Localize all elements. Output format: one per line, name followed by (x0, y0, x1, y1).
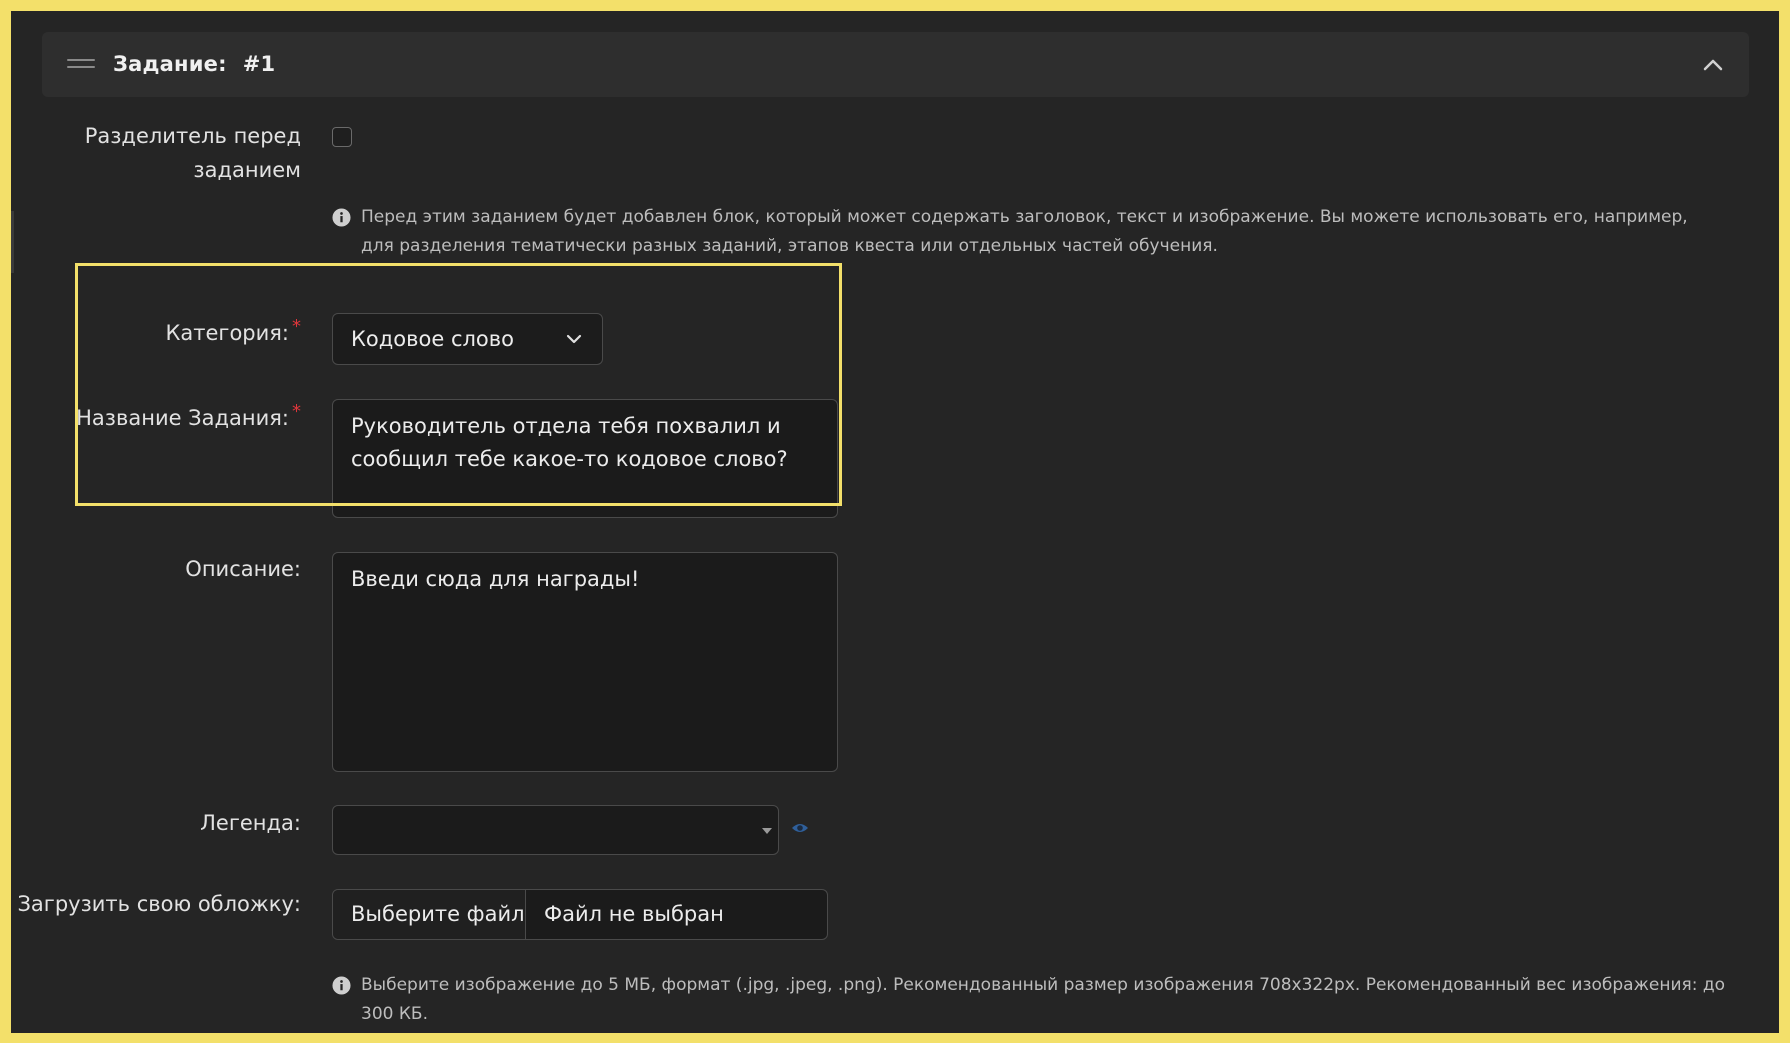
chevron-up-icon[interactable] (1699, 51, 1727, 79)
info-icon (332, 976, 351, 995)
legend-label: Легенда: (200, 811, 301, 835)
task-title-label: Задание: (113, 52, 227, 76)
cover-label: Загрузить свою обложку: (17, 892, 301, 916)
task-form-panel: Задание: #1 Разделитель перед заданием Пе… (11, 11, 1779, 1033)
info-icon (332, 208, 351, 227)
description-label: Описание: (185, 557, 301, 581)
separator-label: Разделитель перед заданием (84, 124, 301, 182)
drag-handle-icon[interactable] (67, 59, 95, 71)
panel-edge-marker (11, 211, 14, 273)
cover-hint: Выберите изображение до 5 МБ, формат (.j… (332, 971, 1742, 1029)
caret-down-icon (762, 828, 772, 834)
highlight-box (75, 263, 842, 506)
choose-file-button[interactable]: Выберите файл (333, 890, 526, 939)
cover-file-input[interactable]: Выберите файл Файл не выбран (332, 889, 828, 940)
cover-hint-text: Выберите изображение до 5 МБ, формат (.j… (361, 975, 1726, 1024)
task-header[interactable]: Задание: #1 (42, 32, 1749, 97)
separator-hint: Перед этим заданием будет добавлен блок,… (332, 203, 1722, 261)
task-number: #1 (242, 52, 276, 76)
separator-hint-text: Перед этим заданием будет добавлен блок,… (361, 207, 1688, 256)
file-status: Файл не выбран (544, 902, 724, 926)
task-title: Задание: #1 (113, 52, 275, 76)
description-textarea[interactable]: Введи сюда для награды! (332, 552, 838, 772)
separator-checkbox[interactable] (332, 127, 352, 147)
eye-icon[interactable] (791, 821, 809, 835)
legend-select[interactable] (332, 805, 779, 855)
